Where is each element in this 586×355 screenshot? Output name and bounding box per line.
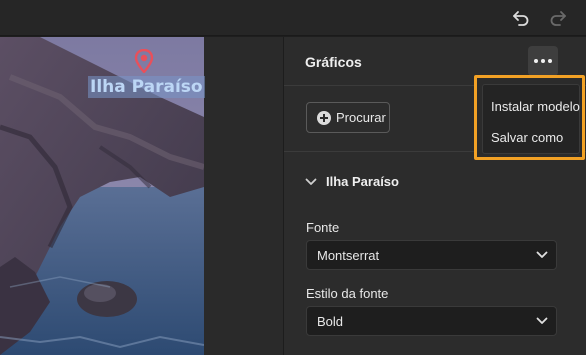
map-pin-icon[interactable] [134, 48, 154, 74]
more-options-menu: Instalar modelo Salvar como [474, 75, 585, 160]
menu-list: Instalar modelo Salvar como [482, 84, 580, 154]
font-style-select[interactable]: Bold [306, 306, 557, 336]
menu-item-save-as[interactable]: Salvar como [491, 130, 563, 145]
font-value: Montserrat [317, 247, 380, 263]
redo-icon [550, 11, 566, 26]
font-label: Fonte [306, 220, 340, 235]
top-toolbar [0, 0, 586, 36]
chevron-down-icon [305, 178, 317, 185]
section-title: Ilha Paraíso [326, 174, 399, 189]
menu-item-install-template[interactable]: Instalar modelo [491, 99, 580, 114]
font-style-value: Bold [317, 313, 344, 329]
undo-button[interactable] [509, 6, 533, 30]
more-options-button[interactable] [528, 46, 558, 76]
browse-button[interactable]: Procurar [306, 102, 390, 133]
font-style-label: Estilo da fonte [306, 286, 389, 301]
redo-button[interactable] [546, 6, 570, 30]
font-select[interactable]: Montserrat [306, 240, 557, 270]
canvas-background [204, 37, 283, 355]
chevron-down-icon [536, 317, 548, 324]
undo-icon [513, 11, 529, 26]
more-icon [534, 59, 538, 63]
canvas-area[interactable]: Ilha Paraíso [0, 37, 283, 355]
browse-label: Procurar [336, 110, 386, 125]
more-icon-dot [548, 59, 552, 63]
add-icon [317, 110, 331, 125]
more-icon-dot [541, 59, 545, 63]
graphic-text-overlay[interactable]: Ilha Paraíso [88, 76, 205, 98]
panel-title: Gráficos [305, 54, 362, 70]
chevron-down-icon [536, 251, 548, 258]
section-header[interactable]: Ilha Paraíso [305, 174, 399, 189]
